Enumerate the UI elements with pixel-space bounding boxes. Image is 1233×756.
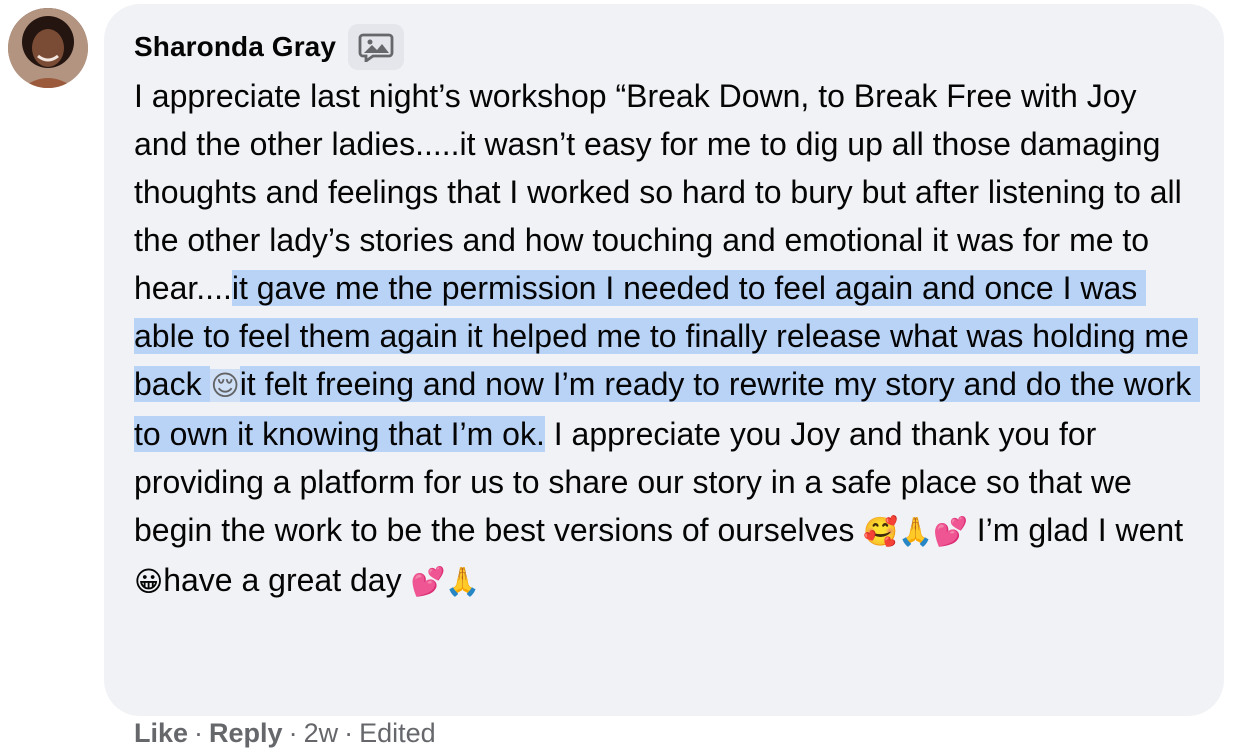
hearts-prayer-emoji-icon: 💕🙏 — [410, 565, 481, 598]
relieved-face-emoji-icon: 😌 — [210, 369, 240, 402]
avatar-photo — [8, 8, 88, 88]
comment-header: Sharonda Gray — [134, 24, 1194, 70]
edited-label[interactable]: Edited — [359, 718, 436, 749]
separator: · — [194, 718, 204, 748]
comment-text-part: I’m glad I went — [967, 512, 1192, 548]
photo-comment-icon[interactable] — [348, 24, 405, 70]
like-button[interactable]: Like — [134, 718, 188, 749]
comment-bubble: Sharonda Gray I appreciate last night’s … — [104, 4, 1224, 716]
comment-actions: Like · Reply · 2w · Edited — [134, 718, 436, 749]
comment-text: I appreciate last night’s workshop “Brea… — [134, 72, 1201, 606]
separator: · — [288, 718, 298, 748]
reply-button[interactable]: Reply — [209, 718, 283, 749]
avatar[interactable] — [8, 8, 88, 88]
comment-age[interactable]: 2w — [304, 718, 339, 749]
comment-text-part: have a great day — [163, 562, 411, 598]
separator: · — [344, 718, 354, 748]
author-name[interactable]: Sharonda Gray — [134, 31, 336, 63]
emoji-group-icon: 🥰🙏💕 — [863, 515, 968, 548]
grinning-face-emoji-icon: 😀 — [134, 565, 164, 598]
